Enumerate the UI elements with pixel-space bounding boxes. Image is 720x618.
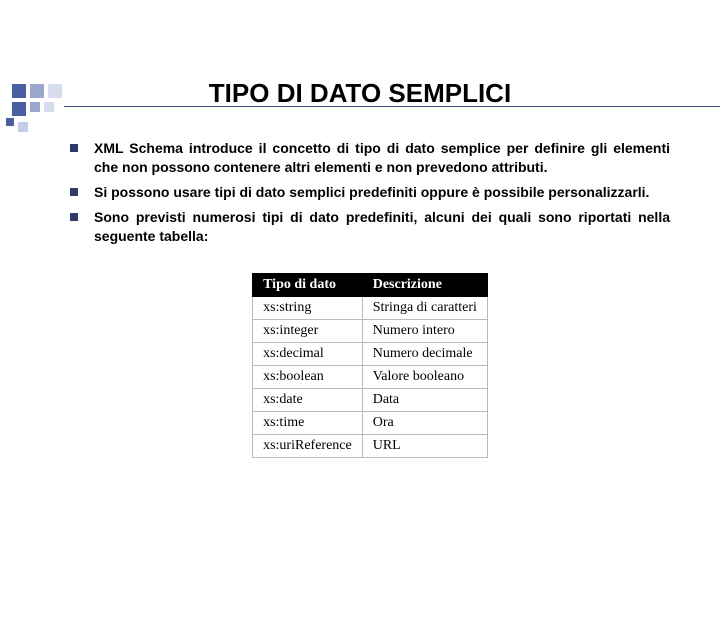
bullet-text-pre: Sono previsti numerosi tipi di dato pred… [94, 209, 670, 244]
deco-square [6, 118, 14, 126]
slide-title: TIPO DI DATO SEMPLICI [0, 78, 720, 109]
table-row: xs:uriReferenceURL [253, 435, 488, 458]
table-body: xs:stringStringa di caratterixs:integerN… [253, 297, 488, 458]
deco-line [64, 106, 720, 107]
table-cell: xs:time [253, 412, 363, 435]
table-cell: Ora [362, 412, 487, 435]
deco-square [30, 84, 44, 98]
bullet-text-pre: Si possono usare tipi di dato semplici p… [94, 184, 649, 200]
slide-body: XML Schema introduce il concetto di tipo… [0, 139, 720, 458]
deco-square [12, 84, 26, 98]
table-header-cell: Tipo di dato [253, 274, 363, 297]
table-cell: Numero intero [362, 320, 487, 343]
deco-square [44, 102, 54, 112]
bullet-list: XML Schema introduce il concetto di tipo… [70, 139, 670, 245]
table-cell: xs:string [253, 297, 363, 320]
table-row: xs:decimalNumero decimale [253, 343, 488, 366]
table-row: xs:stringStringa di caratteri [253, 297, 488, 320]
bullet-item: Si possono usare tipi di dato semplici p… [70, 183, 670, 202]
table-row: xs:integerNumero intero [253, 320, 488, 343]
table-row: xs:dateData [253, 389, 488, 412]
table-cell: xs:boolean [253, 366, 363, 389]
bullet-item: Sono previsti numerosi tipi di dato pred… [70, 208, 670, 246]
bullet-text-bold: tipo di dato semplice [355, 140, 500, 156]
table-cell: xs:uriReference [253, 435, 363, 458]
table-cell: xs:date [253, 389, 363, 412]
deco-square [48, 84, 62, 98]
table-cell: URL [362, 435, 487, 458]
table-cell: Stringa di caratteri [362, 297, 487, 320]
table-cell: Valore booleano [362, 366, 487, 389]
table-header-row: Tipo di datoDescrizione [253, 274, 488, 297]
table-cell: xs:integer [253, 320, 363, 343]
deco-square [30, 102, 40, 112]
table-row: xs:timeOra [253, 412, 488, 435]
table-cell: Data [362, 389, 487, 412]
table-header-cell: Descrizione [362, 274, 487, 297]
deco-square [12, 102, 26, 116]
bullet-text-pre: XML Schema introduce il concetto di [94, 140, 355, 156]
datatype-table: Tipo di datoDescrizione xs:stringStringa… [252, 273, 488, 458]
table-wrapper: Tipo di datoDescrizione xs:stringStringa… [70, 273, 670, 458]
bullet-item: XML Schema introduce il concetto di tipo… [70, 139, 670, 177]
table-cell: xs:decimal [253, 343, 363, 366]
deco-square [18, 122, 28, 132]
table-cell: Numero decimale [362, 343, 487, 366]
table-row: xs:booleanValore booleano [253, 366, 488, 389]
